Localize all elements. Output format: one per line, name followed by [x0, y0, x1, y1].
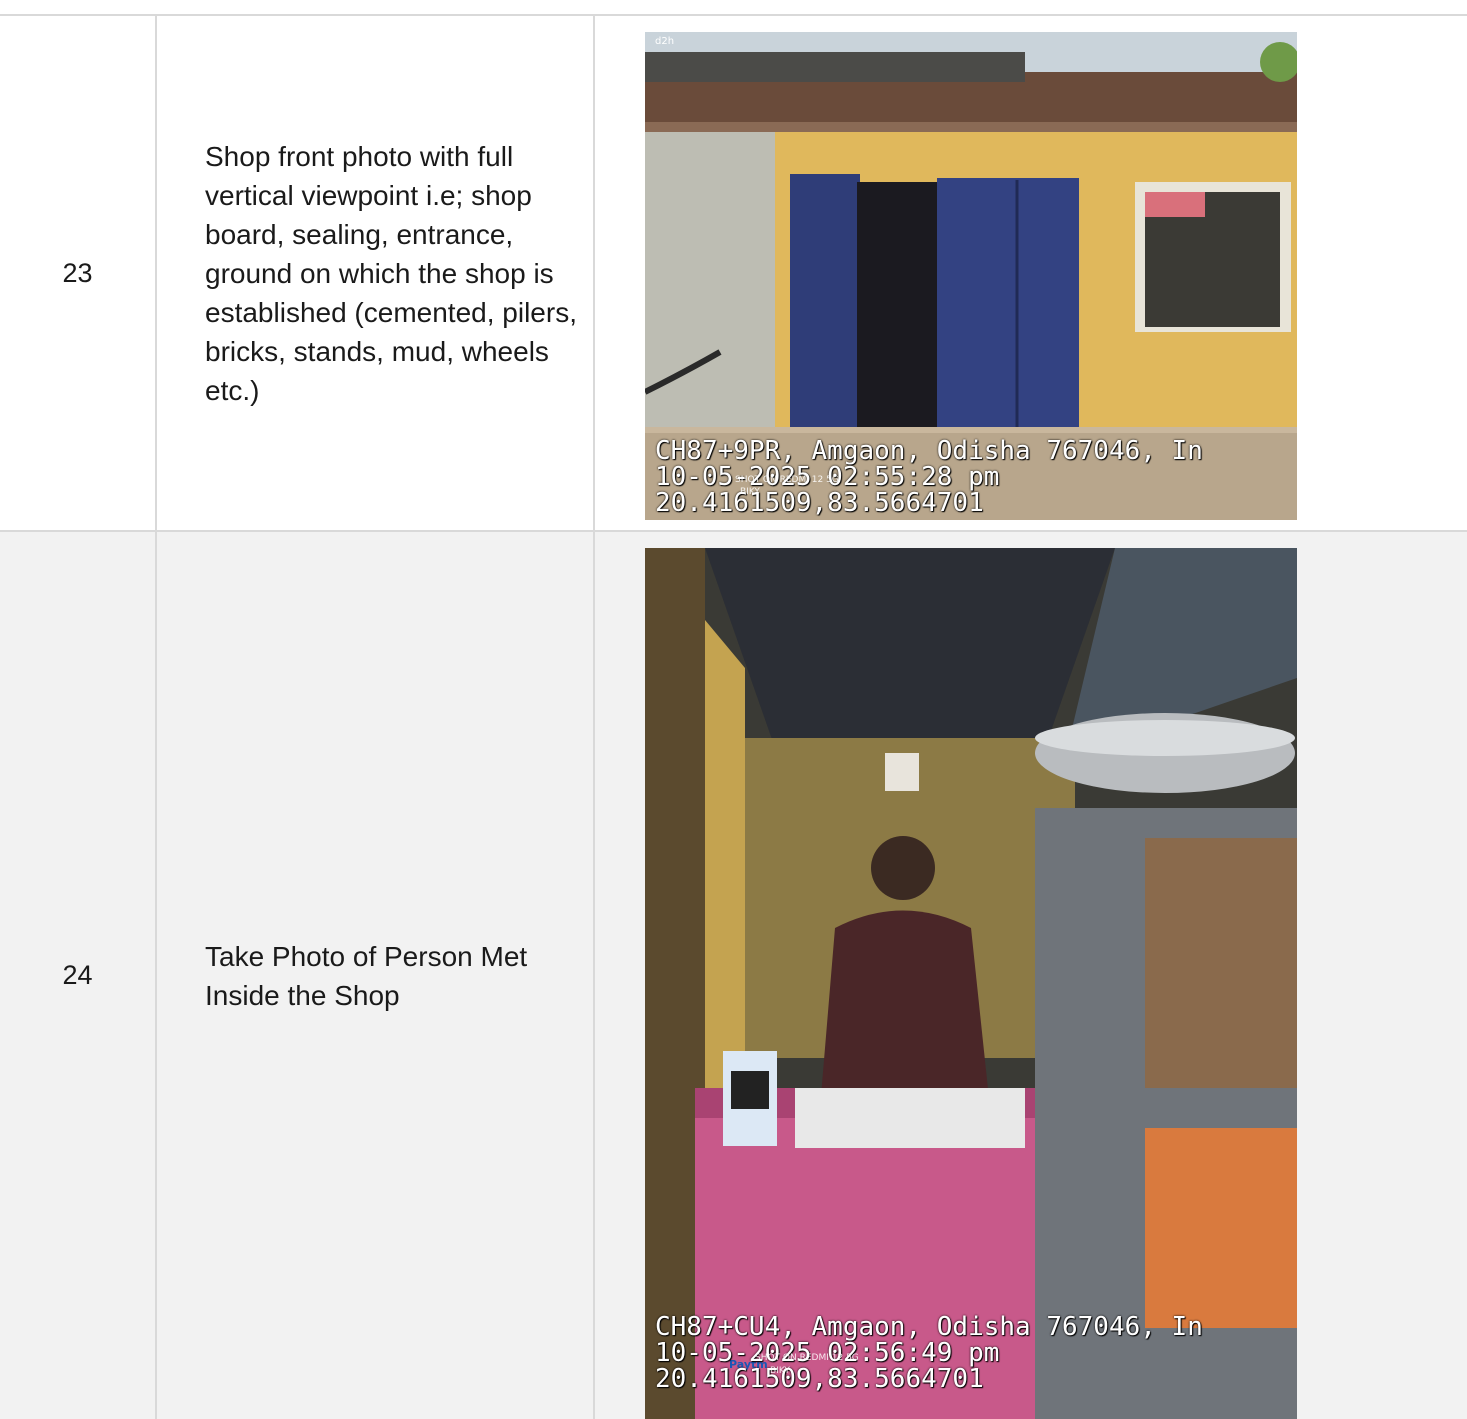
name-watermark: BIKY: [770, 1366, 790, 1376]
photo-cell: d2h CH87+9PR, Amgaon, Odisha 767046, In …: [597, 16, 1467, 530]
photo-checklist-table: 23 Shop front photo with full vertical v…: [0, 14, 1467, 1419]
device-watermark: SHOT ON REDMI 12 5G: [755, 1353, 859, 1363]
stamp-location: CH87+9PR, Amgaon, Odisha 767046, In: [655, 436, 1203, 466]
stamp-location: CH87+CU4, Amgaon, Odisha 767046, In: [655, 1312, 1203, 1342]
description-text: Take Photo of Person Met Inside the Shop: [205, 940, 528, 1011]
description-text: Shop front photo with full vertical view…: [205, 140, 577, 406]
table-row: 24 Take Photo of Person Met Inside the S…: [0, 532, 1467, 1419]
shop-interior-image: [645, 548, 1297, 1419]
d2h-logo-text: d2h: [655, 36, 675, 47]
person-met-photo[interactable]: Paytm CH87+CU4, Amgaon, Odisha 767046, I…: [645, 548, 1297, 1419]
shop-front-photo[interactable]: d2h CH87+9PR, Amgaon, Odisha 767046, In …: [645, 32, 1297, 520]
row-number: 24: [0, 532, 157, 1419]
stamp-coordinates: 20.4161509,83.5664701: [655, 1364, 984, 1394]
photo-stamp: CH87+CU4, Amgaon, Odisha 767046, In 10-0…: [655, 1314, 1203, 1392]
name-watermark: BIKY: [740, 487, 760, 497]
table-row: 23 Shop front photo with full vertical v…: [0, 16, 1467, 532]
row-description: Shop front photo with full vertical view…: [157, 16, 595, 530]
device-watermark: SHOT ON REDMI 12 5G: [735, 475, 839, 485]
stamp-coordinates: 20.4161509,83.5664701: [655, 488, 984, 518]
row-number: 23: [0, 16, 157, 530]
stamp-datetime: 10-05-2025 02:56:49 pm: [655, 1338, 1000, 1368]
row-description: Take Photo of Person Met Inside the Shop: [157, 532, 595, 1419]
photo-cell: Paytm CH87+CU4, Amgaon, Odisha 767046, I…: [597, 532, 1467, 1419]
